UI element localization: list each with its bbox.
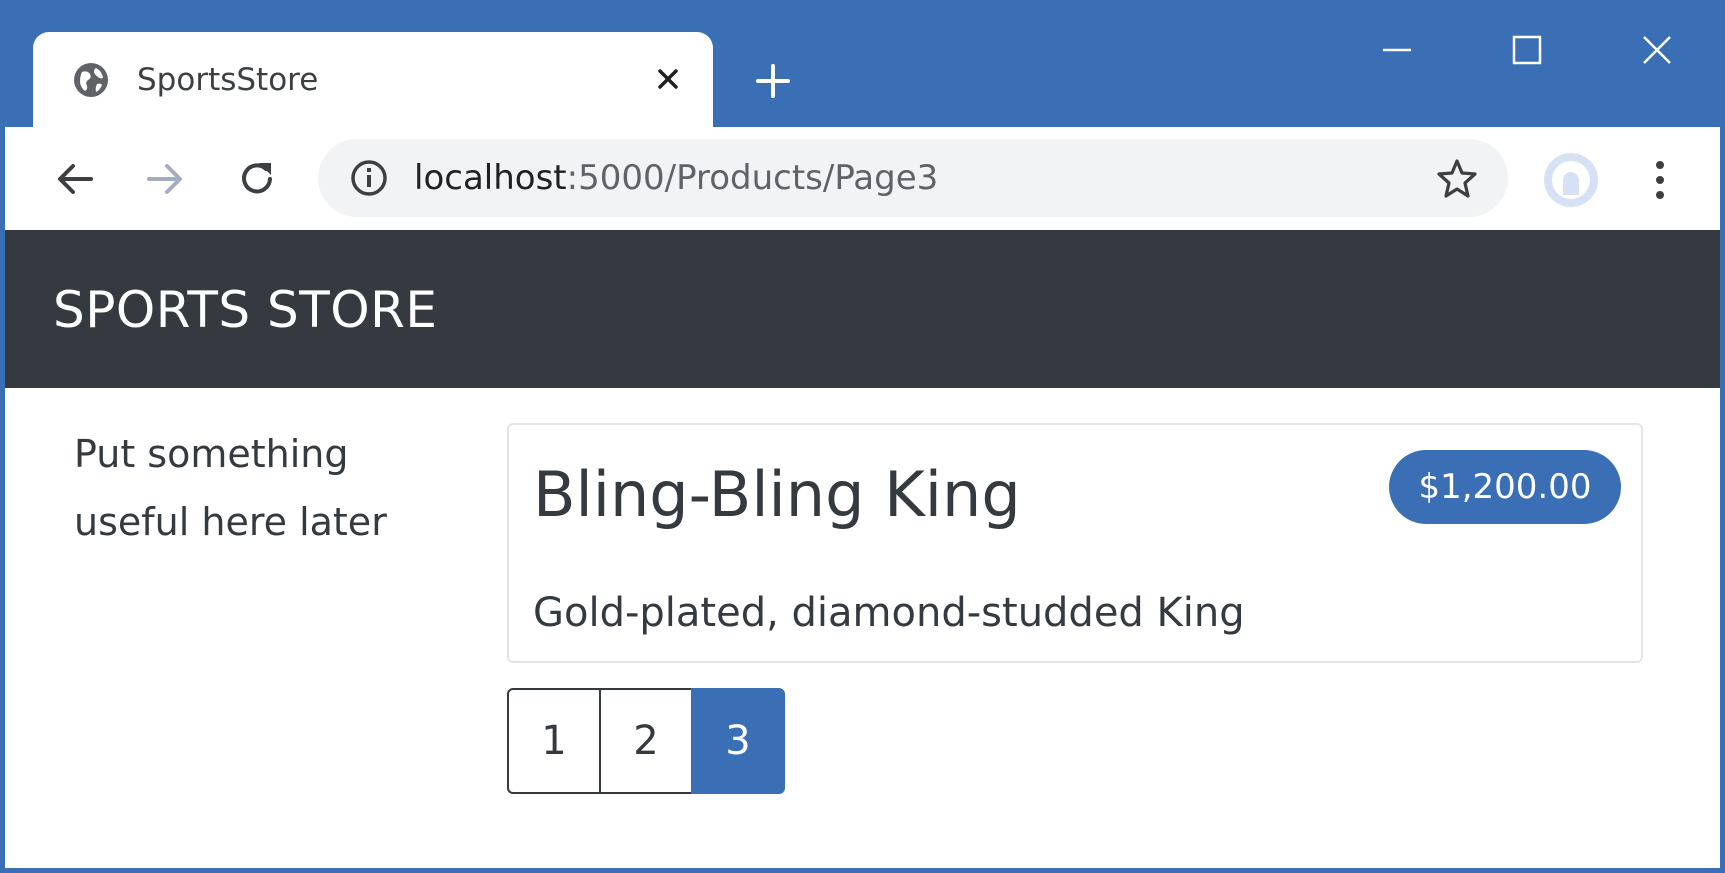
back-arrow-icon[interactable] <box>51 155 99 203</box>
page-link-1[interactable]: 1 <box>507 688 601 794</box>
product-name: Bling-Bling King <box>533 458 1021 531</box>
browser-window: SportsStore localhost:5000/Products/Page… <box>0 0 1725 873</box>
product-card: Bling-Bling King $1,200.00 Gold-plated, … <box>507 423 1643 663</box>
globe-icon <box>74 63 108 97</box>
pagination: 1 2 3 <box>507 688 785 794</box>
product-description: Gold-plated, diamond-studded King <box>533 590 1245 636</box>
profile-avatar-icon[interactable] <box>1542 151 1600 209</box>
browser-toolbar: localhost:5000/Products/Page3 <box>5 127 1720 230</box>
bookmark-star-icon[interactable] <box>1435 156 1479 200</box>
sidebar-placeholder-text: Put something useful here later <box>74 432 387 544</box>
address-bar[interactable]: localhost:5000/Products/Page3 <box>318 139 1508 217</box>
reload-icon[interactable] <box>233 155 281 203</box>
site-navbar: SPORTS STORE <box>5 230 1720 388</box>
menu-dots-icon[interactable] <box>1645 157 1675 203</box>
new-tab-icon[interactable] <box>752 60 794 102</box>
page-link-2[interactable]: 2 <box>599 688 693 794</box>
url-host: localhost <box>414 158 567 198</box>
maximize-icon[interactable] <box>1505 28 1549 72</box>
forward-arrow-icon[interactable] <box>141 155 189 203</box>
url-text[interactable]: localhost:5000/Products/Page3 <box>414 157 938 199</box>
close-tab-icon[interactable] <box>651 62 685 96</box>
brand-title[interactable]: SPORTS STORE <box>53 280 438 340</box>
title-bar: SportsStore <box>5 0 1720 127</box>
tab-title: SportsStore <box>137 62 319 98</box>
minimize-icon[interactable] <box>1375 28 1419 72</box>
browser-tab[interactable]: SportsStore <box>33 32 713 127</box>
info-icon[interactable] <box>348 157 390 199</box>
url-path: :5000/Products/Page3 <box>566 158 939 198</box>
window-close-icon[interactable] <box>1635 28 1679 72</box>
price-badge: $1,200.00 <box>1389 450 1621 524</box>
page-link-3-active[interactable]: 3 <box>691 688 785 794</box>
